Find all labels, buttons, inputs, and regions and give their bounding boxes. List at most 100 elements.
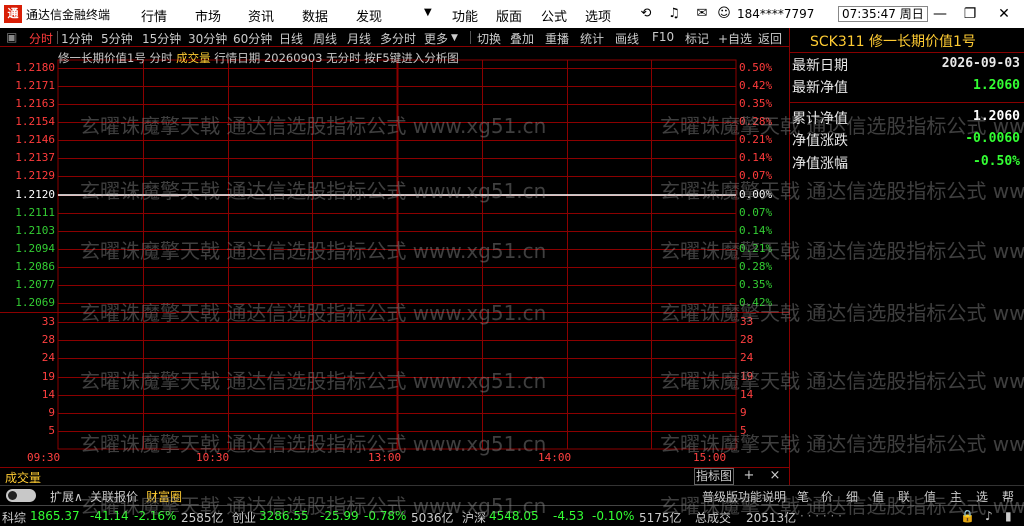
volume-tick-label-right: 28 bbox=[740, 333, 754, 346]
menu-faxian[interactable]: 发现 bbox=[356, 6, 382, 25]
index-change: -25.99 bbox=[320, 509, 359, 523]
row-latest-date: 最新日期 2026-09-03 bbox=[792, 55, 1022, 77]
close-icon[interactable]: ✕ bbox=[994, 4, 1014, 24]
pct-tick-label: 0.42% bbox=[739, 79, 773, 92]
btn-stats[interactable]: 统计 bbox=[580, 30, 604, 47]
price-tick-label: 1.2163 bbox=[15, 97, 55, 110]
tab-related-quotes[interactable]: 关联报价 bbox=[90, 488, 138, 505]
row-nav-change: 净值涨跌 -0.0060 bbox=[792, 130, 1022, 152]
menu-shichang[interactable]: 市场 bbox=[195, 6, 221, 25]
add-indicator-button[interactable]: + bbox=[738, 468, 760, 485]
tab-1min[interactable]: 1分钟 bbox=[61, 30, 93, 47]
bell-icon[interactable]: ♫ bbox=[664, 4, 684, 24]
indicator-chart-button[interactable]: 指标图 bbox=[694, 468, 734, 485]
tab-more[interactable]: 更多 bbox=[424, 30, 448, 47]
close-indicator-button[interactable]: × bbox=[764, 468, 786, 485]
index-amount: 5175亿 bbox=[639, 511, 682, 525]
tab-expand[interactable]: 扩展∧ bbox=[50, 488, 83, 505]
chart-title-name: 修一长期价值1号 bbox=[58, 51, 146, 65]
volume-tick-label: 14 bbox=[41, 388, 55, 401]
total-volume-value: 20513亿 bbox=[746, 511, 797, 525]
lock-icon[interactable]: 🔒 bbox=[960, 509, 975, 523]
menu-zixun[interactable]: 资讯 bbox=[248, 6, 274, 25]
app-logo-icon: 通 bbox=[4, 5, 22, 23]
clock: 07:35:47 周日 bbox=[838, 6, 928, 22]
chart-title-mode: 分时 bbox=[149, 51, 173, 65]
minimize-icon[interactable]: — bbox=[930, 4, 950, 24]
tab-week[interactable]: 周线 bbox=[313, 30, 337, 47]
volume-tick-label: 24 bbox=[41, 351, 55, 364]
side-tab-lian[interactable]: 联 bbox=[898, 488, 910, 505]
index-amount: 5036亿 bbox=[411, 511, 454, 525]
period-toolbar: ▣ 分时 1分钟 5分钟 15分钟 30分钟 60分钟 日线 周线 月线 多分时… bbox=[0, 28, 789, 47]
btn-back[interactable]: 返回 bbox=[758, 30, 782, 47]
volume-tick-label-right: 24 bbox=[740, 351, 754, 364]
btn-f10[interactable]: F10 bbox=[652, 30, 674, 44]
pct-tick-label: 0.14% bbox=[739, 224, 773, 237]
menu-hangqing[interactable]: 行情 bbox=[141, 6, 167, 25]
pct-tick-label: 0.07% bbox=[739, 169, 773, 182]
side-tab-xi[interactable]: 细 bbox=[846, 488, 858, 505]
pct-tick-label: 0.21% bbox=[739, 133, 773, 146]
user-icon[interactable]: ☺ bbox=[714, 4, 734, 24]
time-tick-label: 10:30 bbox=[196, 451, 230, 464]
side-tab-zhi-2[interactable]: 值 bbox=[924, 488, 936, 505]
menu-dropdown-icon[interactable]: ▼ bbox=[424, 7, 432, 18]
price-tick-label: 1.2103 bbox=[15, 224, 55, 237]
tab-wealth-circle[interactable]: 财富圈 bbox=[146, 488, 182, 505]
btn-add-watchlist[interactable]: +自选 bbox=[718, 30, 752, 47]
tab-5min[interactable]: 5分钟 bbox=[101, 30, 133, 47]
row-label: 累计净值 bbox=[792, 111, 848, 127]
btn-mark[interactable]: 标记 bbox=[685, 30, 709, 47]
side-tab-xuan[interactable]: 选 bbox=[976, 488, 988, 505]
pct-tick-label: 0.35% bbox=[739, 278, 773, 291]
bottom-tab-bar: 扩展∧ 关联报价 财富圈 普级版功能说明 笔 价 细 值 联 值 主 选 帮 bbox=[0, 485, 1024, 504]
side-tab-bi[interactable]: 笔 bbox=[797, 488, 809, 505]
index-change: -4.53 bbox=[553, 509, 585, 523]
index-name[interactable]: 科综 bbox=[2, 509, 26, 526]
sound-icon[interactable]: ♪ bbox=[985, 509, 993, 523]
volume-tick-label-right: 5 bbox=[740, 424, 747, 437]
index-change: -41.14 bbox=[90, 509, 129, 523]
toolbar-collapse-icon[interactable]: ▣ bbox=[6, 30, 17, 44]
index-pct: -0.10% bbox=[592, 509, 635, 523]
refresh-icon[interactable]: ⟲ bbox=[636, 4, 656, 24]
index-name[interactable]: 沪深 bbox=[462, 509, 486, 526]
btn-replay[interactable]: 重播 bbox=[545, 30, 569, 47]
volume-indicator-bar: 成交量 指标图 + × bbox=[0, 467, 789, 485]
tab-fenshi[interactable]: 分时 bbox=[29, 30, 53, 47]
status-dots: · · · · · · bbox=[800, 509, 842, 523]
more-dropdown-icon[interactable]: ▼ bbox=[451, 33, 458, 43]
btn-draw[interactable]: 画线 bbox=[615, 30, 639, 47]
message-icon[interactable]: ✉ bbox=[692, 4, 712, 24]
tab-multi-fenshi[interactable]: 多分时 bbox=[380, 30, 416, 47]
menu-gongneng[interactable]: 功能 bbox=[452, 6, 478, 25]
side-tab-zhi[interactable]: 值 bbox=[872, 488, 884, 505]
tab-15min[interactable]: 15分钟 bbox=[142, 30, 181, 47]
pct-tick-label: 0.14% bbox=[739, 151, 773, 164]
side-tab-zhu[interactable]: 主 bbox=[950, 488, 962, 505]
price-tick-label: 1.2086 bbox=[15, 260, 55, 273]
index-name[interactable]: 创业 bbox=[232, 509, 256, 526]
tab-30min[interactable]: 30分钟 bbox=[188, 30, 227, 47]
tab-60min[interactable]: 60分钟 bbox=[233, 30, 272, 47]
menu-shuju[interactable]: 数据 bbox=[302, 6, 328, 25]
restore-icon[interactable]: ❐ bbox=[960, 4, 980, 24]
menu-xuanxiang[interactable]: 选项 bbox=[585, 6, 611, 25]
btn-switch[interactable]: 切换 bbox=[477, 30, 501, 47]
btn-overlay[interactable]: 叠加 bbox=[510, 30, 534, 47]
side-tab-jia[interactable]: 价 bbox=[821, 488, 833, 505]
user-account[interactable]: 184****7797 bbox=[737, 7, 814, 21]
tab-feature-notes[interactable]: 普级版功能说明 bbox=[702, 488, 786, 505]
index-value: 3286.55 bbox=[259, 509, 309, 523]
row-label: 最新日期 bbox=[792, 58, 848, 74]
row-label: 净值涨幅 bbox=[792, 156, 848, 172]
tab-day[interactable]: 日线 bbox=[279, 30, 303, 47]
volume-tick-label: 9 bbox=[48, 406, 55, 419]
intraday-chart[interactable] bbox=[0, 47, 789, 467]
menu-banmian[interactable]: 版面 bbox=[496, 6, 522, 25]
tab-month[interactable]: 月线 bbox=[347, 30, 371, 47]
side-tab-bang[interactable]: 帮 bbox=[1002, 488, 1014, 505]
menu-gongshi[interactable]: 公式 bbox=[541, 6, 567, 25]
panel-toggle[interactable] bbox=[6, 489, 36, 502]
